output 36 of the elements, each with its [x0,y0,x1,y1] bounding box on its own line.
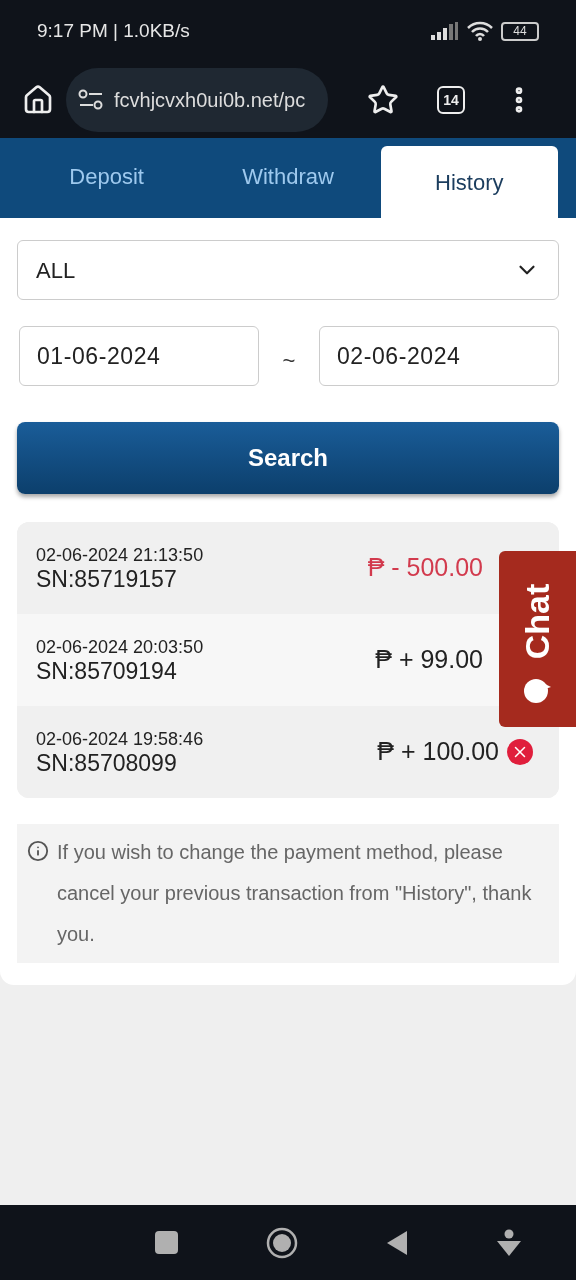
wifi-icon [467,21,493,41]
recents-icon[interactable] [155,1231,178,1254]
chat-bubble-icon [522,676,553,705]
notice-text: If you wish to change the payment method, please cancel your previous transaction from "History", thank you. [57,840,533,947]
tab[interactable]: Withdraw [199,138,377,218]
home-icon[interactable] [22,84,54,116]
tab-count-button[interactable]: 14 [437,86,465,114]
transaction-amount: ₱ + 99.00 [375,644,483,676]
status-time: 9:17 PM | 1.0KB/s [37,18,190,43]
accessibility-icon[interactable] [496,1228,522,1257]
address-bar[interactable]: fcvhjcvxh0ui0b.net/pc [66,68,328,132]
home-circle-icon[interactable] [266,1226,298,1259]
transaction-datetime: 02-06-2024 20:03:50 [36,636,204,658]
date-from-field[interactable]: 01-06-2024 [19,326,259,386]
transaction-datetime: 02-06-2024 21:13:50 [36,544,204,566]
date-separator: ~ [281,346,297,375]
type-select[interactable]: ALL [17,240,559,300]
signal-icon [431,22,459,40]
transaction-datetime: 02-06-2024 19:58:46 [36,728,204,750]
bookmark-icon[interactable] [367,84,399,116]
cancel-button[interactable] [507,739,533,765]
transaction-serial: SN:85709194 [36,658,178,684]
search-button[interactable]: Search [17,422,559,494]
site-settings-icon[interactable] [78,89,104,111]
tab[interactable]: History [380,146,558,218]
transaction-amount: ₱ - 500.00 [367,552,483,584]
info-icon [27,840,49,862]
transaction-serial: SN:85708099 [36,750,178,776]
back-icon[interactable] [386,1229,408,1256]
battery-icon: 44 [501,21,539,41]
transaction-amount: ₱ + 100.00 [377,736,499,768]
date-to-field[interactable]: 02-06-2024 [319,326,559,386]
tab[interactable]: Deposit [18,138,196,218]
url-text: fcvhjcvxh0ui0b.net/pc [114,88,306,113]
transaction-serial: SN:85719157 [36,566,178,592]
chat-button[interactable]: Chat [499,551,576,727]
